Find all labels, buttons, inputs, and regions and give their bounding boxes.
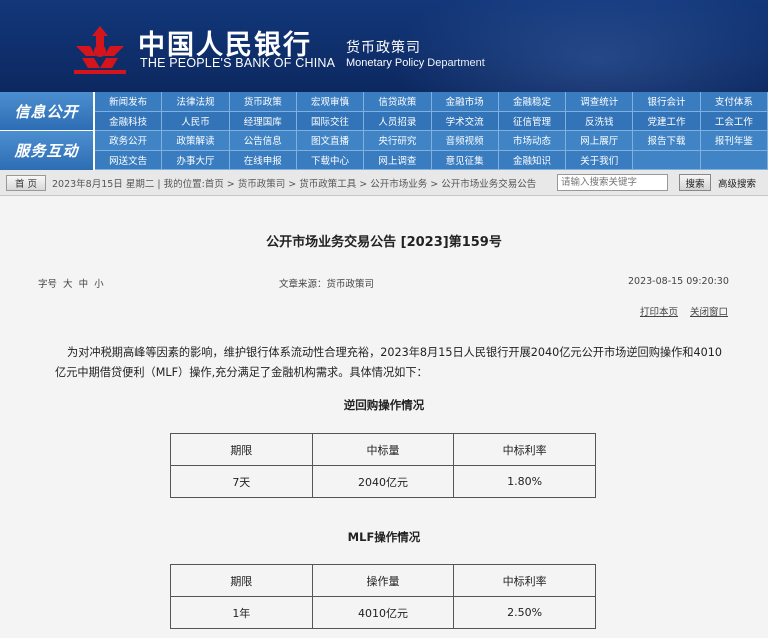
nav-grid: 新闻发布 法律法规 货币政策 宏观审慎 信贷政策 金融市场 金融稳定 调查统计 … (95, 92, 768, 170)
nav-item[interactable]: 新闻发布 (95, 92, 163, 112)
nav-item[interactable]: 办事大厅 (162, 150, 230, 170)
table-header-cell: 中标利率 (453, 564, 596, 597)
nav-item[interactable]: 报告下载 (633, 131, 701, 151)
nav-item[interactable]: 支付体系 (700, 92, 768, 112)
mlf-table: 期限 操作量 中标利率 1年 4010亿元 2.50% (170, 564, 596, 629)
nav-item[interactable]: 国际交往 (296, 111, 365, 131)
department-name-cn: 货币政策司 (346, 40, 421, 56)
close-window-link[interactable]: 关闭窗口 (690, 304, 728, 318)
advanced-search-link[interactable]: 高级搜索 (718, 176, 756, 190)
article-title: 公开市场业务交易公告 [2023]第159号 (266, 235, 502, 250)
table-cell: 1.80% (453, 465, 596, 498)
nav-item[interactable]: 宏观审慎 (296, 92, 365, 112)
nav-item[interactable]: 金融知识 (498, 150, 567, 170)
article-datetime: 2023-08-15 09:20:30 (628, 276, 729, 287)
font-size-control: 字号 大 中 小 (38, 276, 104, 290)
nav-item[interactable]: 征信管理 (498, 111, 567, 131)
nav-item[interactable]: 下载中心 (296, 150, 365, 170)
nav-item[interactable]: 市场动态 (498, 131, 567, 151)
search-input[interactable] (557, 174, 668, 191)
site-header: 中国人民银行 THE PEOPLE'S BANK OF CHINA 货币政策司 … (0, 0, 768, 92)
nav-sections: 信息公开 服务互动 (0, 92, 93, 170)
table-cell: 7天 (170, 465, 313, 498)
reverse-repo-table: 期限 中标量 中标利率 7天 2040亿元 1.80% (170, 433, 596, 498)
breadcrumb: 2023年8月15日 星期二 | 我的位置:首页 > 货币政策司 > 货币政策工… (52, 179, 537, 190)
table-cell: 2040亿元 (311, 465, 455, 498)
nav-item[interactable]: 网送文告 (95, 150, 163, 170)
nav-section-service-interaction[interactable]: 服务互动 (0, 131, 93, 170)
article-paragraph: 为对冲税期高峰等因素的影响，维护银行体系流动性合理充裕，2023年8月15日人民… (55, 343, 727, 383)
nav-item[interactable]: 金融市场 (431, 92, 499, 112)
nav-item[interactable]: 工会工作 (700, 111, 768, 131)
table-header-cell: 期限 (170, 564, 313, 597)
nav-item[interactable]: 意见征集 (431, 150, 499, 170)
nav-item[interactable]: 法律法规 (162, 92, 230, 112)
table-cell: 2.50% (453, 596, 596, 629)
table-header-cell: 操作量 (311, 564, 455, 597)
nav-section-info-disclosure[interactable]: 信息公开 (0, 92, 93, 130)
nav-item[interactable]: 信贷政策 (364, 92, 432, 112)
nav-item[interactable]: 人民币 (162, 111, 230, 131)
table-header-cell: 期限 (170, 433, 313, 466)
nav-item[interactable]: 反洗钱 (566, 111, 634, 131)
table-cell: 1年 (170, 596, 313, 629)
mlf-title: MLF操作情况 (347, 530, 421, 544)
nav-item[interactable]: 经理国库 (229, 111, 297, 131)
nav-item[interactable]: 报刊年鉴 (700, 131, 768, 151)
table-cell: 4010亿元 (311, 596, 455, 629)
nav-item[interactable]: 网上调查 (364, 150, 432, 170)
nav-item[interactable]: 网上展厅 (566, 131, 634, 151)
reverse-repo-title: 逆回购操作情况 (343, 398, 425, 412)
nav-item[interactable]: 政务公开 (95, 131, 163, 151)
font-size-label: 字号 (38, 279, 58, 290)
table-row: 7天 2040亿元 1.80% (170, 465, 596, 498)
nav-filler (700, 150, 768, 170)
font-size-large[interactable]: 大 (63, 279, 73, 290)
nav-item[interactable]: 银行会计 (633, 92, 701, 112)
nav-item[interactable]: 在线申报 (229, 150, 297, 170)
nav-filler (633, 150, 701, 170)
nav-item[interactable]: 金融科技 (95, 111, 163, 131)
nav-item[interactable]: 政策解读 (162, 131, 230, 151)
print-page-link[interactable]: 打印本页 (640, 304, 678, 318)
article-source: 文章来源：货币政策司 (279, 279, 375, 290)
nav-item[interactable]: 金融稳定 (498, 92, 567, 112)
nav-item[interactable]: 学术交流 (431, 111, 499, 131)
nav-item[interactable]: 货币政策 (229, 92, 297, 112)
pboc-emblem-icon (74, 26, 126, 74)
nav-item[interactable]: 党建工作 (633, 111, 701, 131)
table-header-cell: 中标量 (311, 433, 455, 466)
nav-item[interactable]: 图文直播 (296, 131, 365, 151)
main-navigation: 信息公开 服务互动 新闻发布 法律法规 货币政策 宏观审慎 信贷政策 金融市场 … (0, 92, 768, 170)
table-row: 1年 4010亿元 2.50% (170, 596, 596, 629)
nav-item[interactable]: 调查统计 (566, 92, 634, 112)
article-paragraph-text: 为对冲税期高峰等因素的影响，维护银行体系流动性合理充裕，2023年8月15日人民… (55, 346, 722, 379)
breadcrumb-bar: 首 页 2023年8月15日 星期二 | 我的位置:首页 > 货币政策司 > 货… (0, 170, 768, 196)
font-size-small[interactable]: 小 (94, 279, 104, 290)
table-header-row: 期限 操作量 中标利率 (170, 564, 596, 597)
nav-item[interactable]: 公告信息 (229, 131, 297, 151)
nav-item[interactable]: 人员招录 (364, 111, 432, 131)
nav-item[interactable]: 音频视频 (431, 131, 499, 151)
search-button[interactable]: 搜索 (679, 174, 711, 191)
department-name-en: Monetary Policy Department (346, 57, 485, 69)
bank-name-en: THE PEOPLE'S BANK OF CHINA (140, 56, 336, 70)
font-size-medium[interactable]: 中 (79, 279, 89, 290)
nav-item[interactable]: 央行研究 (364, 131, 432, 151)
article-content: 公开市场业务交易公告 [2023]第159号 字号 大 中 小 文章来源：货币政… (0, 197, 768, 638)
nav-item[interactable]: 关于我们 (566, 150, 634, 170)
table-header-cell: 中标利率 (453, 433, 596, 466)
table-header-row: 期限 中标量 中标利率 (170, 433, 596, 466)
home-button[interactable]: 首 页 (6, 175, 46, 191)
